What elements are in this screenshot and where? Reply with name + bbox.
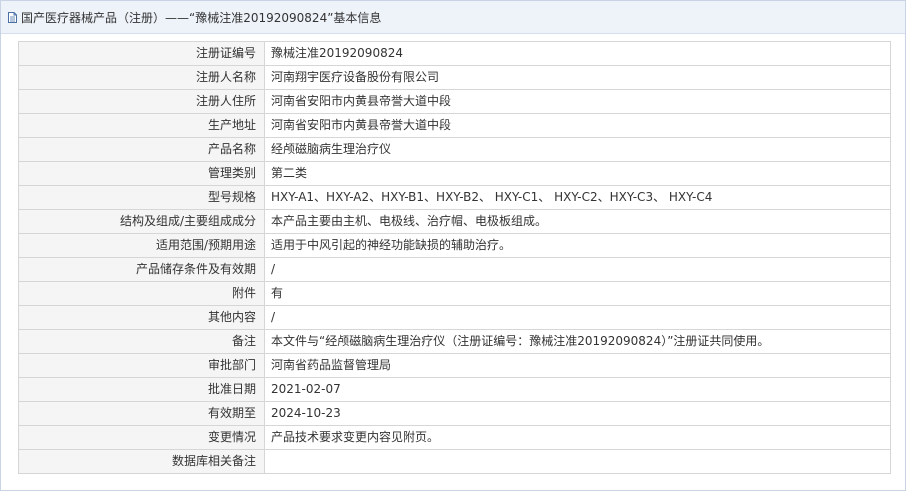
table-row: 结构及组成/主要组成成分 本产品主要由主机、电极线、治疗帽、电极板组成。 bbox=[18, 209, 891, 234]
row-label: 结构及组成/主要组成成分 bbox=[18, 209, 265, 234]
row-label: 生产地址 bbox=[18, 113, 265, 138]
row-value: 第二类 bbox=[264, 161, 891, 186]
row-label: 变更情况 bbox=[18, 425, 265, 450]
table-row: 注册人名称 河南翔宇医疗设备股份有限公司 bbox=[18, 65, 891, 90]
table-row: 批准日期 2021-02-07 bbox=[18, 377, 891, 402]
info-table-wrapper: 注册证编号 豫械注准20192090824 注册人名称 河南翔宇医疗设备股份有限公司注… bbox=[18, 41, 891, 474]
table-row: 型号规格 HXY-A1、HXY-A2、HXY-B1、HXY-B2、 HXY-C1、… bbox=[18, 185, 891, 210]
row-label: 备注 bbox=[18, 329, 265, 354]
table-row: 变更情况 产品技术要求变更内容见附页。 bbox=[18, 425, 891, 450]
row-label: 产品名称 bbox=[18, 137, 265, 162]
row-label: 其他内容 bbox=[18, 305, 265, 330]
page-title: 国产医疗器械产品（注册）——“豫械注准20192090824”基本信息 bbox=[21, 10, 382, 25]
table-row: 审批部门 河南省药品监督管理局 bbox=[18, 353, 891, 378]
table-row: 其他内容 / bbox=[18, 305, 891, 330]
table-row: 适用范围/预期用途 适用于中风引起的神经功能缺损的辅助治疗。 bbox=[18, 233, 891, 258]
row-value: 本产品主要由主机、电极线、治疗帽、电极板组成。 bbox=[264, 209, 891, 234]
table-row: 管理类别 第二类 bbox=[18, 161, 891, 186]
row-value: HXY-A1、HXY-A2、HXY-B1、HXY-B2、 HXY-C1、 HXY… bbox=[264, 185, 891, 210]
detail-panel: 国产医疗器械产品（注册）——“豫械注准20192090824”基本信息 注册证编… bbox=[0, 0, 906, 491]
panel-header: 国产医疗器械产品（注册）——“豫械注准20192090824”基本信息 bbox=[1, 1, 905, 34]
row-label: 注册人住所 bbox=[18, 89, 265, 114]
row-value: / bbox=[264, 305, 891, 330]
row-value: / bbox=[264, 257, 891, 282]
row-value: 河南省安阳市内黄县帝誉大道中段 bbox=[264, 113, 891, 138]
row-label: 注册证编号 bbox=[18, 41, 265, 66]
row-value: 本文件与“经颅磁脑病生理治疗仪（注册证编号：豫械注准20192090824）”注… bbox=[264, 329, 891, 354]
row-value bbox=[264, 449, 891, 474]
row-value: 河南省药品监督管理局 bbox=[264, 353, 891, 378]
row-label: 数据库相关备注 bbox=[18, 449, 265, 474]
row-value: 河南翔宇医疗设备股份有限公司 bbox=[264, 65, 891, 90]
row-label: 审批部门 bbox=[18, 353, 265, 378]
document-icon bbox=[6, 11, 19, 24]
row-label: 注册人名称 bbox=[18, 65, 265, 90]
table-row: 备注 本文件与“经颅磁脑病生理治疗仪（注册证编号：豫械注准20192090824）… bbox=[18, 329, 891, 354]
row-label: 管理类别 bbox=[18, 161, 265, 186]
table-row: 产品储存条件及有效期 / bbox=[18, 257, 891, 282]
table-row: 生产地址 河南省安阳市内黄县帝誉大道中段 bbox=[18, 113, 891, 138]
row-label: 适用范围/预期用途 bbox=[18, 233, 265, 258]
row-value: 产品技术要求变更内容见附页。 bbox=[264, 425, 891, 450]
row-label: 产品储存条件及有效期 bbox=[18, 257, 265, 282]
table-row: 产品名称 经颅磁脑病生理治疗仪 bbox=[18, 137, 891, 162]
row-value: 河南省安阳市内黄县帝誉大道中段 bbox=[264, 89, 891, 114]
row-label: 附件 bbox=[18, 281, 265, 306]
row-label: 有效期至 bbox=[18, 401, 265, 426]
row-value: 有 bbox=[264, 281, 891, 306]
row-value: 2021-02-07 bbox=[264, 377, 891, 402]
table-row: 注册证编号 豫械注准20192090824 bbox=[18, 41, 891, 66]
table-row: 数据库相关备注 bbox=[18, 449, 891, 474]
table-row: 附件有 bbox=[18, 281, 891, 306]
row-value: 豫械注准20192090824 bbox=[264, 41, 891, 66]
table-row: 注册人住所 河南省安阳市内黄县帝誉大道中段 bbox=[18, 89, 891, 114]
row-value: 适用于中风引起的神经功能缺损的辅助治疗。 bbox=[264, 233, 891, 258]
info-table: 注册证编号 豫械注准20192090824 注册人名称 河南翔宇医疗设备股份有限公司注… bbox=[18, 41, 891, 474]
table-row: 有效期至 2024-10-23 bbox=[18, 401, 891, 426]
row-value: 经颅磁脑病生理治疗仪 bbox=[264, 137, 891, 162]
row-value: 2024-10-23 bbox=[264, 401, 891, 426]
row-label: 型号规格 bbox=[18, 185, 265, 210]
row-label: 批准日期 bbox=[18, 377, 265, 402]
